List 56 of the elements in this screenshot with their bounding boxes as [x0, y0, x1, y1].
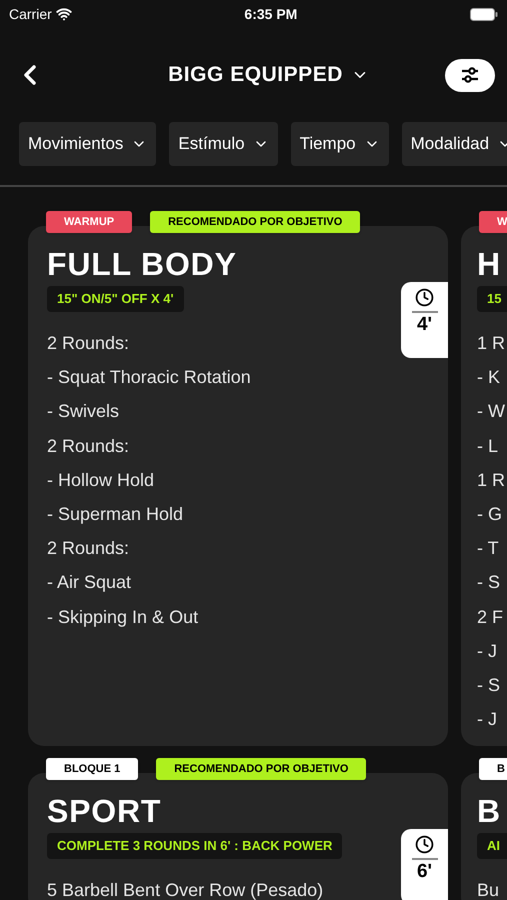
wifi-icon — [56, 6, 72, 22]
workout-title: B — [477, 793, 502, 829]
filter-dropdown[interactable]: Tiempo — [290, 122, 389, 166]
tag-badge: BLOQUE 1 — [46, 758, 138, 780]
tag-badge: B — [479, 758, 507, 780]
format-tag: 15 — [477, 286, 507, 312]
exercise-line: - J — [477, 640, 497, 663]
exercise-line: - K — [477, 366, 500, 390]
exercise-line: - S — [477, 674, 500, 698]
title-dropdown[interactable]: BIGG EQUIPPED — [168, 59, 369, 91]
settings-icon — [460, 67, 480, 83]
settings-button[interactable] — [444, 58, 495, 92]
exercise-line: - Skipping In & Out — [47, 606, 198, 629]
exercise-line: - Superman Hold — [47, 503, 184, 526]
workout-title: H — [477, 246, 502, 282]
clock-icon — [415, 288, 434, 307]
format-tag: AI — [477, 833, 507, 859]
exercise-line: - G — [477, 503, 502, 526]
exercise-line: 1 R — [477, 332, 506, 355]
exercise-line: - L — [477, 434, 498, 458]
status-time: 6:35 PM — [244, 4, 298, 24]
tag-badge: WARMUP — [46, 211, 132, 233]
tag-badge: W — [479, 211, 507, 233]
battery-icon — [470, 8, 498, 20]
workout-card[interactable]: H 15 1 R - K - W - L 1 R - G - T - S 2 F - J - S - J — [461, 226, 507, 746]
exercise-line: Bu — [477, 879, 500, 900]
filter-dropdown[interactable]: Movimientos — [19, 122, 156, 166]
exercise-line: - Squat Thoracic Rotation — [47, 366, 251, 390]
format-tag: 15" ON/5" OFF X 4' — [47, 286, 184, 312]
format-tag: COMPLETE 3 ROUNDS IN 6' : BACK POWER — [47, 833, 342, 859]
duration-text: 6' — [416, 861, 432, 883]
workout-card[interactable]: FULL BODY 15" ON/5" OFF X 4' 2 Rounds: - Squat Thoracic Rotation - Swivels 2 Rounds: - Hollow Hold - Superman Hold 2 Rounds: - Air Squat - Skipping In & Out 4' — [28, 226, 448, 746]
filter-dropdown[interactable]: Modalidad — [402, 122, 507, 166]
workout-title: FULL BODY — [47, 246, 238, 282]
workout-card[interactable]: SPORT COMPLETE 3 ROUNDS IN 6' : BACK POWER 5 Barbell Bent Over Row (Pesado) 6' — [28, 773, 448, 900]
exercise-line: - W — [477, 400, 505, 424]
duration-text: 4' — [416, 314, 432, 336]
exercise-line: 2 Rounds: — [47, 537, 130, 560]
exercise-line: 2 Rounds: — [47, 434, 130, 458]
carrier-label: Carrier — [9, 4, 52, 24]
workout-card[interactable]: B AI Bu — [461, 773, 507, 900]
exercise-line: - T — [477, 537, 499, 560]
tag-badge: RECOMENDADO POR OBJETIVO — [150, 211, 360, 233]
exercise-line: - Hollow Hold — [47, 468, 154, 492]
exercise-line: 2 F — [477, 606, 504, 629]
exercise-line: - Air Squat — [47, 571, 132, 594]
exercise-line: 5 Barbell Bent Over Row (Pesado) — [47, 879, 324, 900]
workout-title: SPORT — [47, 793, 162, 829]
exercise-line: - S — [477, 571, 500, 594]
clock-icon — [415, 835, 434, 854]
filter-dropdown[interactable]: Estímulo — [169, 122, 278, 166]
exercise-line: - J — [477, 708, 497, 732]
exercise-line: 1 R — [477, 468, 506, 492]
tag-badge: RECOMENDADO POR OBJETIVO — [156, 758, 366, 780]
exercise-line: - Swivels — [47, 400, 120, 424]
exercise-line: 2 Rounds: — [47, 332, 130, 355]
